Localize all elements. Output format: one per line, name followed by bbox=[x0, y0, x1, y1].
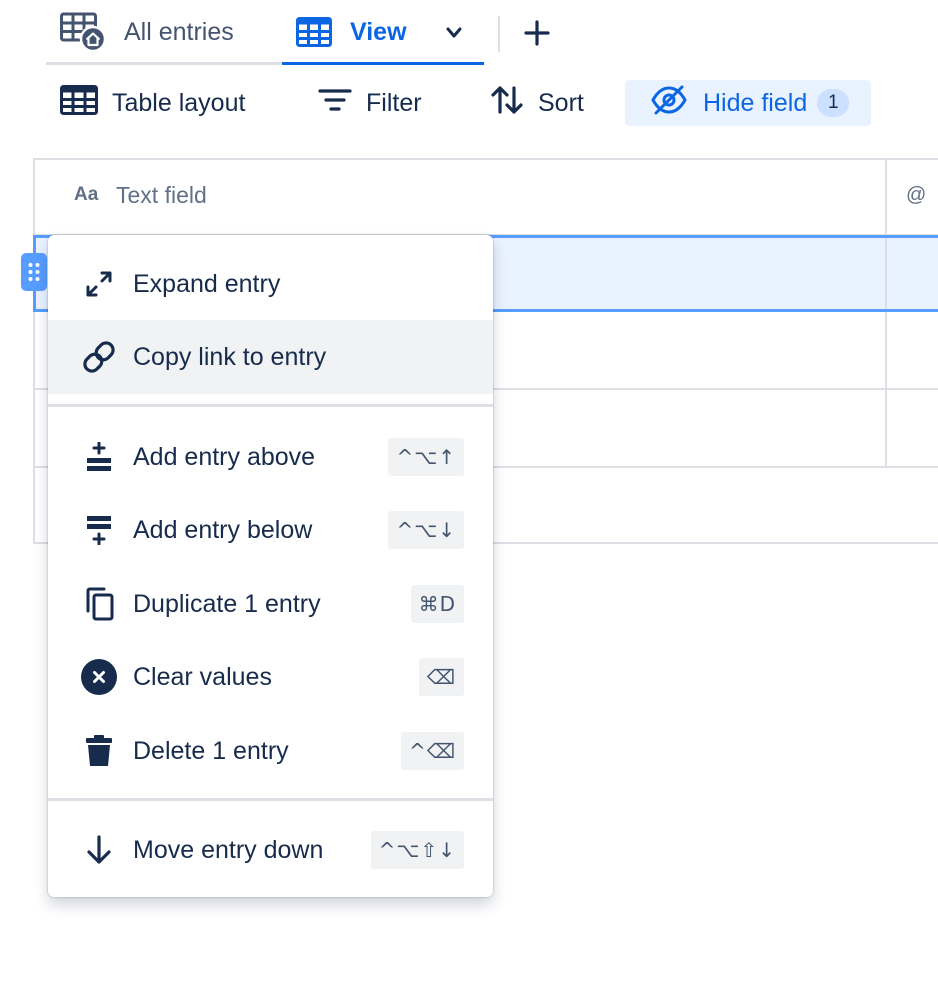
menu-item-label: Copy link to entry bbox=[133, 342, 327, 371]
add-view-plus-icon[interactable] bbox=[522, 18, 552, 48]
hide-field-label: Hide field bbox=[703, 88, 808, 117]
shortcut-badge: ^⌥↓ bbox=[388, 511, 464, 549]
arrow-down-icon bbox=[81, 832, 117, 868]
menu-divider bbox=[48, 404, 493, 407]
hide-field-count-badge: 1 bbox=[817, 89, 850, 117]
filter-button[interactable]: Filter bbox=[318, 80, 422, 126]
shortcut-badge: ^⌥↑ bbox=[388, 438, 464, 476]
add-below-icon bbox=[81, 512, 117, 548]
tab-separator bbox=[498, 16, 500, 52]
text-type-icon: Aa bbox=[74, 184, 99, 205]
tab-underline-active bbox=[282, 62, 484, 65]
tab-all-entries-label: All entries bbox=[124, 17, 234, 46]
sort-button[interactable]: Sort bbox=[490, 80, 584, 126]
shortcut-badge: ⌫ bbox=[418, 658, 464, 696]
shortcut-badge: ⌘D bbox=[410, 585, 464, 623]
drag-dots-icon bbox=[28, 263, 40, 281]
copy-icon bbox=[81, 586, 117, 622]
menu-item-label: Delete 1 entry bbox=[133, 736, 289, 765]
table-top-border bbox=[33, 158, 938, 160]
column-divider bbox=[885, 158, 887, 468]
mention-column-icon[interactable]: @ bbox=[906, 184, 926, 207]
eye-off-icon bbox=[651, 85, 687, 122]
tab-all-entries[interactable]: All entries bbox=[60, 0, 234, 64]
row-context-menu: Expand entry Copy link to entry Add entr… bbox=[48, 235, 493, 897]
hide-field-button[interactable]: Hide field 1 bbox=[625, 80, 872, 126]
menu-item-expand-entry[interactable]: Expand entry bbox=[48, 247, 493, 321]
menu-item-duplicate-entry[interactable]: Duplicate 1 entry ⌘D bbox=[48, 567, 493, 641]
menu-item-label: Clear values bbox=[133, 662, 272, 691]
clear-icon bbox=[81, 659, 117, 695]
shortcut-badge: ^⌫ bbox=[400, 732, 464, 770]
menu-item-label: Duplicate 1 entry bbox=[133, 589, 321, 618]
trash-icon bbox=[81, 733, 117, 769]
menu-item-label: Expand entry bbox=[133, 269, 281, 298]
menu-item-move-entry-down[interactable]: Move entry down ^⌥⇧↓ bbox=[48, 813, 493, 887]
tab-view[interactable]: View bbox=[296, 0, 407, 64]
column-divider bbox=[885, 238, 887, 309]
filter-icon bbox=[318, 87, 352, 120]
sort-icon bbox=[490, 85, 524, 122]
table-layout-label: Table layout bbox=[112, 88, 246, 117]
menu-item-label: Add entry above bbox=[133, 442, 316, 471]
expand-icon bbox=[81, 266, 117, 302]
drag-handle[interactable] bbox=[21, 253, 47, 291]
menu-item-clear-values[interactable]: Clear values ⌫ bbox=[48, 640, 493, 714]
table-left-border bbox=[33, 158, 35, 544]
view-chevron-down-icon[interactable] bbox=[442, 22, 466, 44]
table-home-icon bbox=[60, 12, 106, 52]
menu-item-label: Move entry down bbox=[133, 835, 324, 864]
menu-item-label: Add entry below bbox=[133, 515, 313, 544]
add-above-icon bbox=[81, 439, 117, 475]
tab-view-label: View bbox=[350, 17, 407, 46]
menu-item-delete-entry[interactable]: Delete 1 entry ^⌫ bbox=[48, 714, 493, 788]
sort-label: Sort bbox=[538, 88, 584, 117]
tab-underline-inactive bbox=[46, 62, 282, 65]
shortcut-badge: ^⌥⇧↓ bbox=[370, 831, 464, 869]
link-icon bbox=[81, 339, 117, 375]
menu-item-copy-link[interactable]: Copy link to entry bbox=[48, 320, 493, 394]
menu-item-add-entry-below[interactable]: Add entry below ^⌥↓ bbox=[48, 493, 493, 567]
menu-divider bbox=[48, 798, 493, 801]
menu-item-add-entry-above[interactable]: Add entry above ^⌥↑ bbox=[48, 420, 493, 494]
filter-label: Filter bbox=[366, 88, 422, 117]
table-layout-button[interactable]: Table layout bbox=[60, 80, 245, 126]
table-icon bbox=[296, 17, 332, 47]
column-header-text-field[interactable]: Text field bbox=[116, 182, 207, 209]
table-icon bbox=[60, 84, 98, 122]
